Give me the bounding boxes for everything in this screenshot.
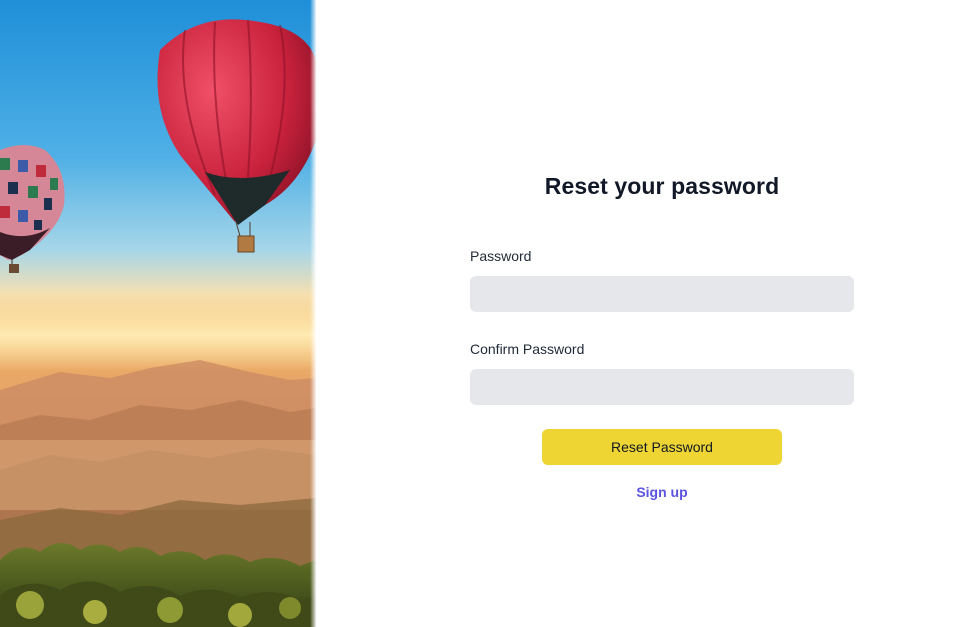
password-label: Password — [470, 248, 532, 264]
confirm-password-label: Confirm Password — [470, 341, 585, 357]
form-panel: Reset your password Password Confirm Pas… — [316, 0, 959, 627]
signup-link[interactable]: Sign up — [636, 484, 687, 500]
submit-row: Reset Password — [470, 429, 854, 465]
reset-password-form: Reset your password Password Confirm Pas… — [470, 170, 854, 502]
password-input[interactable] — [470, 276, 854, 312]
signup-row: Sign up — [470, 484, 854, 502]
reset-password-page: Reset your password Password Confirm Pas… — [0, 0, 959, 627]
reset-password-button[interactable]: Reset Password — [542, 429, 782, 465]
page-title: Reset your password — [544, 173, 780, 199]
hot-air-balloons-landscape-image — [0, 0, 316, 627]
hero-image — [0, 0, 316, 627]
confirm-password-input[interactable] — [470, 369, 854, 405]
